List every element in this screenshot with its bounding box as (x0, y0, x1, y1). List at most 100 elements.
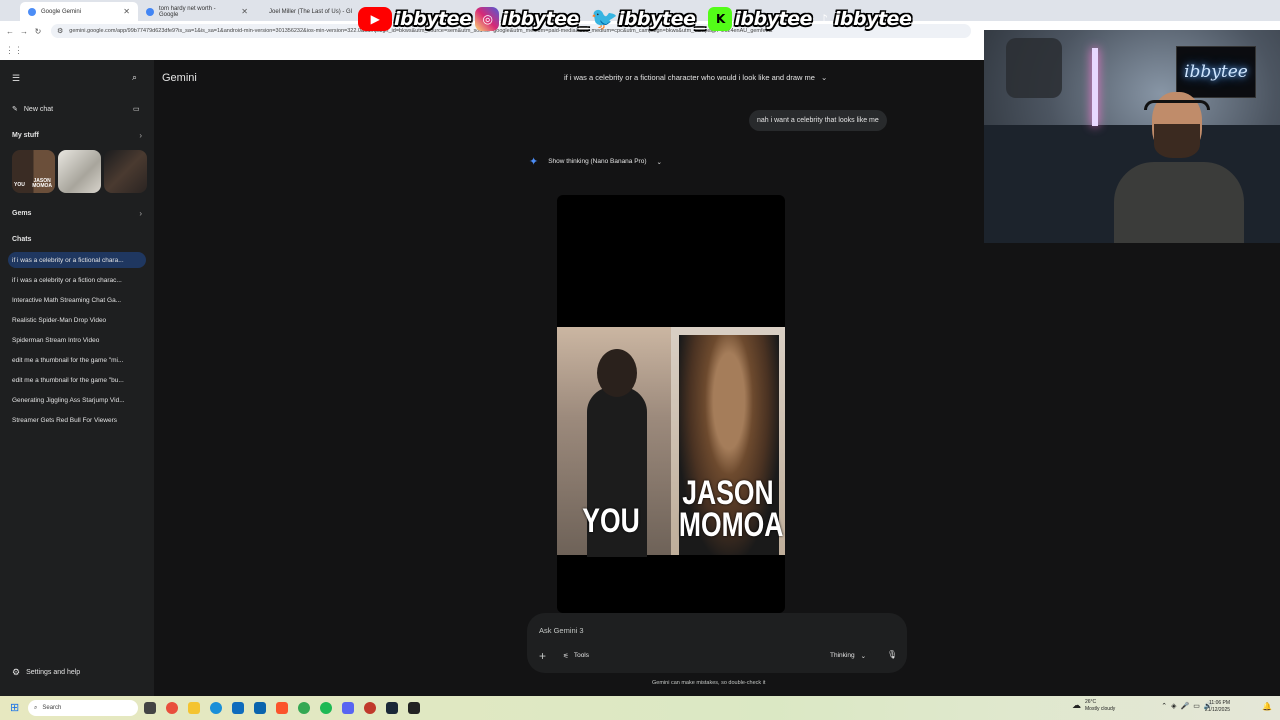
discord-icon[interactable] (342, 702, 354, 714)
my-stuff-heading[interactable]: My stuff (12, 132, 142, 139)
my-stuff-thumbnail-1[interactable]: YOU JASON MOMOA (12, 150, 55, 193)
gems-heading[interactable]: Gems (12, 210, 31, 217)
display-icon[interactable]: ▭ (1193, 702, 1200, 710)
app-icon[interactable] (364, 702, 376, 714)
weather-widget[interactable]: 26°C Mostly cloudy (1085, 699, 1115, 712)
youtube-icon: ▶ (358, 7, 392, 31)
settings-and-help-button[interactable]: ⚙ Settings and help (12, 667, 80, 678)
outlook-icon[interactable] (254, 702, 266, 714)
spotify-icon[interactable] (320, 702, 332, 714)
windows-start-icon[interactable]: ⊞ (10, 701, 19, 714)
network-icon[interactable]: ◈ (1171, 702, 1176, 710)
social-handle: ibbytee_ (501, 8, 588, 30)
chat-item[interactable]: if i was a celebrity or a fictional char… (8, 252, 146, 268)
user-message-bubble: nah i want a celebrity that looks like m… (749, 110, 887, 131)
gemini-favicon-icon (28, 7, 36, 16)
tools-button[interactable]: ⚟ Tools (563, 652, 589, 660)
chat-item[interactable]: edit me a thumbnail for the game "mi... (8, 352, 146, 368)
taskbar-search-label: Search (42, 705, 62, 711)
clock-date: 21/12/2025 (1205, 706, 1231, 713)
tab-tom-hardy[interactable]: tom hardy net worth - Google ✕ (138, 2, 256, 21)
edit-icon: ✎ (12, 106, 18, 113)
thumbnail-text: JASON MOMOA (32, 178, 52, 189)
close-tab-icon[interactable]: ✕ (241, 7, 248, 16)
my-stuff-label: My stuff (12, 132, 39, 139)
chat-item[interactable]: edit me a thumbnail for the game "bu... (8, 372, 146, 388)
task-view-icon[interactable] (144, 702, 156, 714)
stream-social-overlay: ▶ ibbytee ◎ ibbytee_ 🐦 ibbytee_ K ibbyte… (358, 4, 913, 34)
steam-icon[interactable] (386, 702, 398, 714)
show-thinking-toggle[interactable]: ✦ Show thinking (Nano Banana Pro) ⌄ (529, 155, 662, 168)
plus-icon[interactable]: + (539, 649, 546, 663)
edge-icon[interactable] (210, 702, 222, 714)
prompt-input[interactable]: Ask Gemini 3 (539, 626, 584, 635)
apps-grid-icon[interactable]: ⋮⋮ (5, 45, 23, 56)
notification-icon[interactable]: 🔔 (1262, 702, 1272, 711)
file-explorer-icon[interactable] (188, 702, 200, 714)
chevron-right-icon[interactable]: › (139, 131, 142, 140)
kick-icon: K (708, 7, 733, 31)
weather-temp: 26°C (1085, 699, 1097, 705)
settings-label: Settings and help (26, 669, 81, 676)
social-twitter: 🐦 ibbytee_ (590, 7, 705, 32)
conversation-title[interactable]: if i was a celebrity or a fictional char… (564, 73, 827, 82)
menu-icon[interactable]: ☰ (12, 73, 20, 84)
search-icon[interactable]: ⌕ (132, 72, 137, 83)
generated-image-left-panel: YOU (557, 327, 671, 557)
streamer (1114, 92, 1244, 243)
mic-tray-icon[interactable]: 🎤 (1181, 702, 1190, 710)
conversation-title-text: if i was a celebrity or a fictional char… (564, 73, 815, 82)
my-stuff-thumbnail-3[interactable] (104, 150, 147, 193)
neon-sign-text: ibbytee (1184, 62, 1248, 82)
chat-item[interactable]: Spiderman Stream Intro Video (8, 332, 146, 348)
reload-icon[interactable]: ↻ (31, 27, 45, 36)
gemini-brand-title[interactable]: Gemini (162, 72, 197, 84)
chat-item[interactable]: Generating Jiggling Ass Starjump Vid... (8, 392, 146, 408)
windows-taskbar: ⊞ ⌕ Search ☁ 26°C Mostly cloudy ⌃ ◈ 🎤 ▭ … (0, 696, 1280, 720)
chevron-down-icon: ⌄ (860, 653, 867, 660)
taskbar-search[interactable]: ⌕ Search (28, 700, 138, 716)
chat-item[interactable]: Streamer Gets Red Bull For Viewers (8, 412, 146, 428)
generated-image-right-panel: JASON MOMOA (671, 327, 785, 555)
obs-icon[interactable] (408, 702, 420, 714)
user-message-text: nah i want a celebrity that looks like m… (757, 117, 879, 124)
chats-label: Chats (12, 236, 32, 243)
tab-label: Google Gemini (41, 8, 82, 15)
back-arrow-icon[interactable]: ← (3, 27, 17, 36)
temporary-chat-icon[interactable]: ▭ (133, 105, 140, 113)
streamer-shirt (1114, 162, 1244, 243)
chat-item[interactable]: Realistic Spider-Man Drop Video (8, 312, 146, 328)
tab-google-gemini[interactable]: Google Gemini ✕ (20, 2, 138, 21)
disclaimer-text: Gemini can make mistakes, so double-chec… (652, 680, 766, 686)
brave-icon[interactable] (276, 702, 288, 714)
neon-sign: ibbytee (1176, 46, 1256, 98)
microphone-icon[interactable]: 🎙 (887, 650, 897, 659)
taskbar-clock[interactable]: 11:06 PM 21/12/2025 (1205, 700, 1230, 713)
google-favicon-icon (146, 7, 154, 16)
site-info-icon[interactable]: ⚙ (57, 27, 63, 35)
chevron-right-icon[interactable]: › (139, 209, 142, 218)
prompt-composer[interactable]: Ask Gemini 3 + ⚟ Tools Thinking ⌄ 🎙 (527, 613, 907, 673)
chats-heading: Chats (12, 236, 31, 243)
wall-logo (1006, 38, 1062, 98)
chrome-profile-icon[interactable] (298, 702, 310, 714)
forward-arrow-icon[interactable]: → (17, 27, 31, 36)
clock-time: 11:06 PM (1209, 700, 1231, 706)
chrome-icon[interactable] (166, 702, 178, 714)
new-chat-label: New chat (23, 105, 54, 113)
my-stuff-thumbnail-2[interactable] (58, 150, 101, 193)
store-icon[interactable] (232, 702, 244, 714)
close-tab-icon[interactable]: ✕ (123, 7, 130, 16)
system-tray: ☁ 26°C Mostly cloudy ⌃ ◈ 🎤 ▭ 🔊 (1072, 699, 1213, 712)
chat-item[interactable]: Interactive Math Streaming Chat Ga... (8, 292, 146, 308)
new-chat-button[interactable]: ✎ New chat (12, 105, 54, 114)
streamer-beard (1154, 124, 1200, 158)
tab-joel-miller[interactable]: Joel Miller (The Last of Us) - Gl (256, 2, 356, 21)
chat-item[interactable]: if i was a celebrity or a fiction charac… (8, 272, 146, 288)
weather-icon[interactable]: ☁ (1072, 700, 1081, 711)
social-handle: ibbytee_ (617, 8, 705, 30)
model-mode-selector[interactable]: Thinking ⌄ (830, 652, 866, 660)
tab-label: tom hardy net worth - Google (158, 5, 216, 18)
chevron-up-icon[interactable]: ⌃ (1161, 702, 1167, 710)
generated-image[interactable]: YOU JASON MOMOA (557, 195, 785, 613)
